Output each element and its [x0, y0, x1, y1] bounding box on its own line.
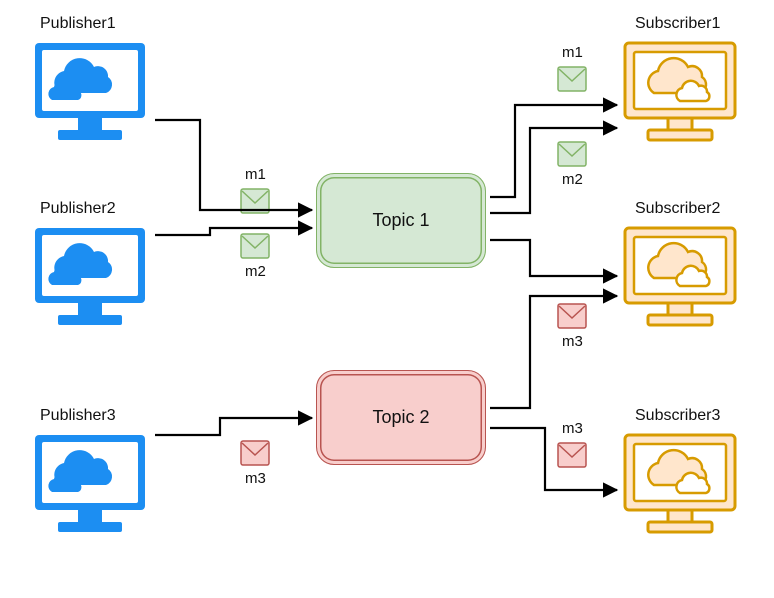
publisher3-label: Publisher3 — [40, 407, 116, 425]
topic2-label: Topic 2 — [372, 407, 429, 428]
subscriber2-icon — [620, 223, 740, 333]
publisher2-icon — [30, 223, 150, 333]
msg-m2-pub-icon — [240, 233, 270, 259]
arrow-topic2-sub3 — [490, 428, 617, 490]
msg-m3-sub3-icon — [557, 442, 587, 468]
topic1-box: Topic 1 — [316, 173, 486, 268]
msg-m3-sub2-icon — [557, 303, 587, 329]
subscriber1-icon — [620, 38, 740, 148]
msg-m1-pub-label: m1 — [245, 166, 266, 183]
subscriber2-label: Subscriber2 — [635, 200, 720, 218]
arrow-pub1-topic1 — [155, 120, 312, 210]
topic2-box: Topic 2 — [316, 370, 486, 465]
publisher3-icon — [30, 430, 150, 540]
arrow-topic1-sub1-lower — [490, 128, 617, 213]
arrow-topic1-sub2 — [490, 240, 617, 276]
msg-m3-pub-label: m3 — [245, 470, 266, 487]
msg-m1-sub-label: m1 — [562, 44, 583, 61]
arrow-pub2-topic1 — [155, 228, 312, 235]
msg-m2-pub-label: m2 — [245, 263, 266, 280]
msg-m3-sub3-label: m3 — [562, 420, 583, 437]
msg-m3-sub2-label: m3 — [562, 333, 583, 350]
publisher1-icon — [30, 38, 150, 148]
topic1-label: Topic 1 — [372, 210, 429, 231]
msg-m2-sub-label: m2 — [562, 171, 583, 188]
arrow-pub3-topic2 — [155, 418, 312, 435]
subscriber3-icon — [620, 430, 740, 540]
arrow-topic2-sub2 — [490, 296, 617, 408]
arrow-topic1-sub1-upper — [490, 105, 617, 197]
publisher1-label: Publisher1 — [40, 15, 116, 33]
publisher2-label: Publisher2 — [40, 200, 116, 218]
msg-m2-sub-icon — [557, 141, 587, 167]
msg-m3-pub-icon — [240, 440, 270, 466]
subscriber3-label: Subscriber3 — [635, 407, 720, 425]
msg-m1-pub-icon — [240, 188, 270, 214]
subscriber1-label: Subscriber1 — [635, 15, 720, 33]
msg-m1-sub-icon — [557, 66, 587, 92]
